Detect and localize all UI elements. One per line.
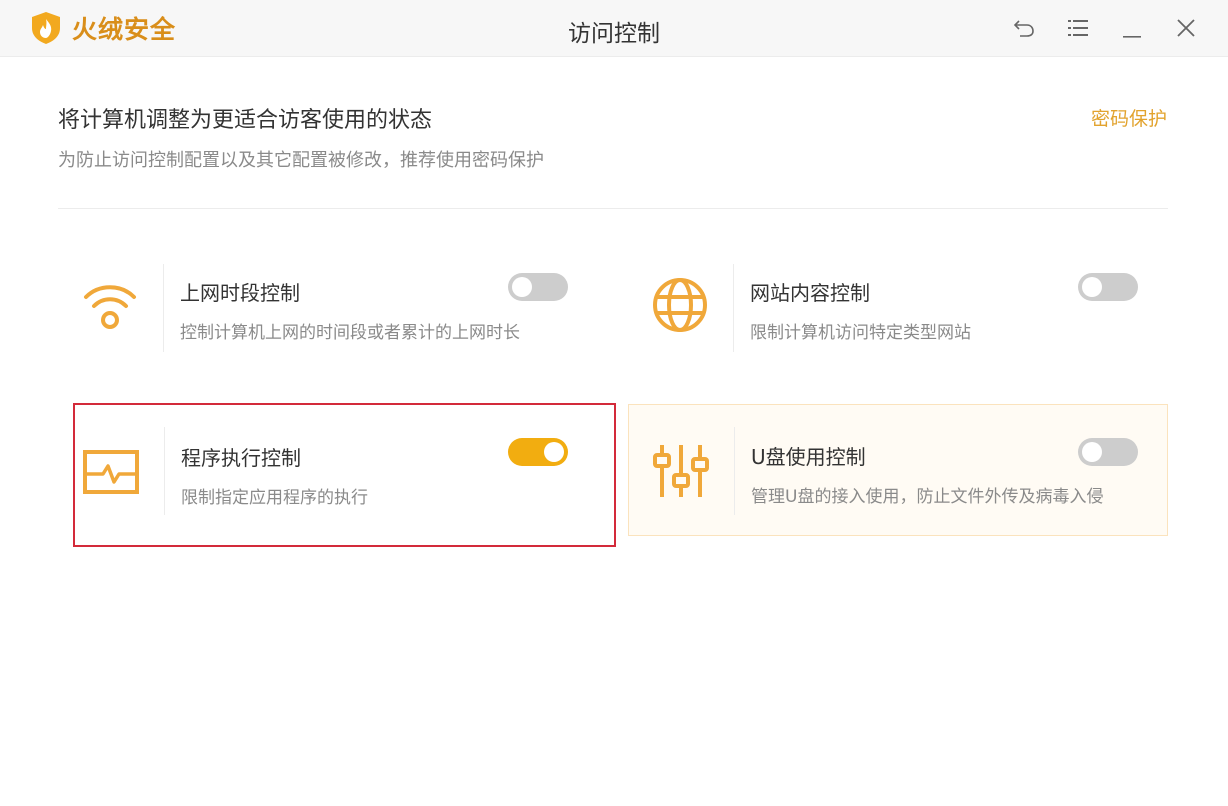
sliders-icon [653,445,709,497]
page-subline: 为防止访问控制配置以及其它配置被修改，推荐使用密码保护 [58,150,544,171]
card-title: 程序执行控制 [181,446,301,470]
menu-button[interactable] [1064,14,1092,42]
program-monitor-icon [83,450,139,494]
toggle-knob [512,277,532,297]
close-icon [1177,19,1195,37]
menu-list-icon [1068,20,1088,36]
card-internet-time-control[interactable]: 上网时段控制 控制计算机上网的时间段或者累计的上网时长 [74,242,614,374]
card-usb-usage-control[interactable]: U盘使用控制 管理U盘的接入使用，防止文件外传及病毒入侵 [628,404,1168,536]
card-website-content-control[interactable]: 网站内容控制 限制计算机访问特定类型网站 [628,242,1168,374]
usb-usage-toggle[interactable] [1078,438,1138,466]
globe-icon [653,278,707,332]
back-button[interactable] [1010,14,1038,42]
card-description: 控制计算机上网的时间段或者累计的上网时长 [180,323,520,343]
toggle-knob [1082,277,1102,297]
header-divider [58,208,1168,209]
minimize-button[interactable] [1118,14,1146,42]
window-title: 访问控制 [568,21,660,47]
toggle-knob [1082,442,1102,462]
card-program-execution-control[interactable]: 程序执行控制 限制指定应用程序的执行 [73,403,616,547]
card-title: 上网时段控制 [180,281,300,305]
page-headline: 将计算机调整为更适合访客使用的状态 [58,108,433,133]
program-execution-toggle[interactable] [508,438,568,466]
close-button[interactable] [1172,14,1200,42]
title-bar: 火绒安全 访问控制 [0,0,1228,57]
toggle-knob [544,442,564,462]
card-separator [164,427,165,515]
card-description: 限制计算机访问特定类型网站 [750,323,971,343]
card-title: U盘使用控制 [751,445,866,469]
card-title: 网站内容控制 [750,281,870,305]
wifi-icon [84,285,136,329]
website-content-toggle[interactable] [1078,273,1138,301]
card-separator [734,427,735,515]
minimize-icon [1123,36,1141,38]
internet-time-toggle[interactable] [508,273,568,301]
card-separator [733,264,734,352]
card-separator [163,264,164,352]
card-description: 限制指定应用程序的执行 [181,488,368,508]
card-description: 管理U盘的接入使用，防止文件外传及病毒入侵 [751,487,1104,507]
password-protection-link[interactable]: 密码保护 [1091,104,1167,131]
back-arrow-icon [1013,20,1034,37]
